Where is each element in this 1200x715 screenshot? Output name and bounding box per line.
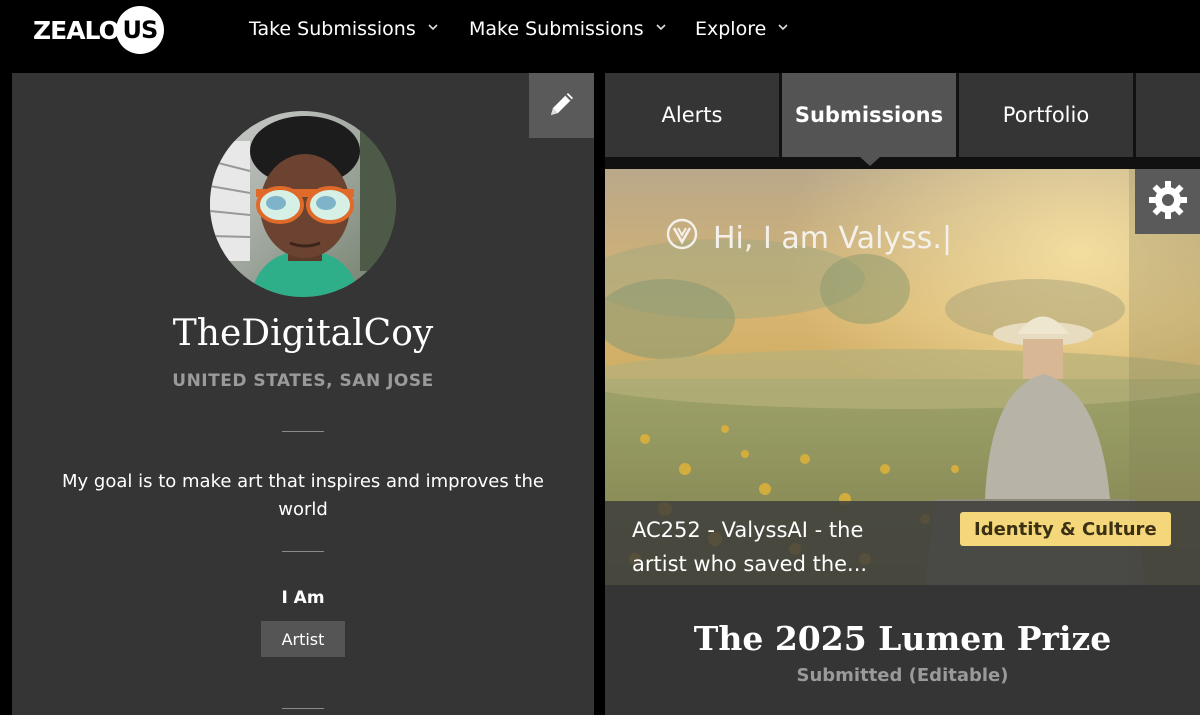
- nav-take-submissions-label: Take Submissions: [249, 18, 416, 40]
- nav-take-submissions[interactable]: Take Submissions: [249, 15, 438, 43]
- submissions-panel: Alerts Submissions Portfolio Hi, I am Va…: [605, 73, 1200, 715]
- submission-status: Submitted (Editable): [796, 665, 1009, 686]
- valyss-overlay: Hi, I am Valyss.|: [665, 217, 952, 259]
- nav-make-submissions-label: Make Submissions: [469, 18, 644, 40]
- tab-alerts-label: Alerts: [661, 103, 723, 127]
- nav-explore[interactable]: Explore: [695, 15, 788, 43]
- divider: [282, 431, 324, 432]
- chevron-down-icon: [778, 20, 788, 35]
- nav-explore-label: Explore: [695, 18, 767, 40]
- category-badge: Identity & Culture: [960, 512, 1171, 546]
- submission-thumbnail[interactable]: Hi, I am Valyss.| AC252 - ValyssAI - the…: [605, 169, 1200, 585]
- prize-title[interactable]: The 2025 Lumen Prize: [605, 619, 1200, 658]
- profile-username: TheDigitalCoy: [172, 313, 434, 354]
- valyss-logo-icon: [665, 217, 699, 259]
- divider: [282, 551, 324, 552]
- edit-profile-button[interactable]: [529, 73, 594, 138]
- tab-alerts[interactable]: Alerts: [605, 73, 779, 157]
- tab-submissions-label: Submissions: [794, 103, 944, 127]
- zealous-logo[interactable]: ZEALO US: [33, 6, 164, 54]
- avatar[interactable]: [210, 111, 396, 297]
- active-tab-pointer: [860, 157, 880, 166]
- tab-more[interactable]: [1136, 73, 1200, 157]
- submission-caption[interactable]: AC252 - ValyssAI - the artist who saved …: [632, 513, 892, 581]
- i-am-label: I Am: [281, 588, 325, 608]
- tab-bar: Alerts Submissions Portfolio: [605, 73, 1200, 157]
- profile-bio: My goal is to make art that inspires and…: [62, 471, 544, 520]
- tab-portfolio-label: Portfolio: [1002, 103, 1090, 127]
- role-tag[interactable]: Artist: [261, 621, 345, 657]
- submission-card[interactable]: Hi, I am Valyss.| AC252 - ValyssAI - the…: [605, 169, 1200, 715]
- submission-caption-bar: AC252 - ValyssAI - the artist who saved …: [605, 501, 1200, 585]
- profile-panel: TheDigitalCoy UNITED STATES, SAN JOSE My…: [12, 73, 594, 715]
- tab-portfolio[interactable]: Portfolio: [959, 73, 1133, 157]
- top-navbar: ZEALO US Take Submissions Make Submissio…: [0, 0, 1200, 60]
- chevron-down-icon: [428, 20, 438, 35]
- logo-wordmark: ZEALO: [33, 15, 120, 45]
- valyss-text: Hi, I am Valyss.|: [713, 220, 953, 256]
- settings-button[interactable]: [1135, 169, 1200, 234]
- gear-icon: [1146, 178, 1190, 226]
- chevron-down-icon: [656, 20, 666, 35]
- nav-make-submissions[interactable]: Make Submissions: [469, 15, 666, 43]
- pencil-icon: [545, 87, 579, 125]
- logo-circle: US: [115, 6, 164, 54]
- profile-location: UNITED STATES, SAN JOSE: [172, 371, 434, 391]
- tab-submissions[interactable]: Submissions: [782, 73, 956, 157]
- divider: [282, 708, 324, 709]
